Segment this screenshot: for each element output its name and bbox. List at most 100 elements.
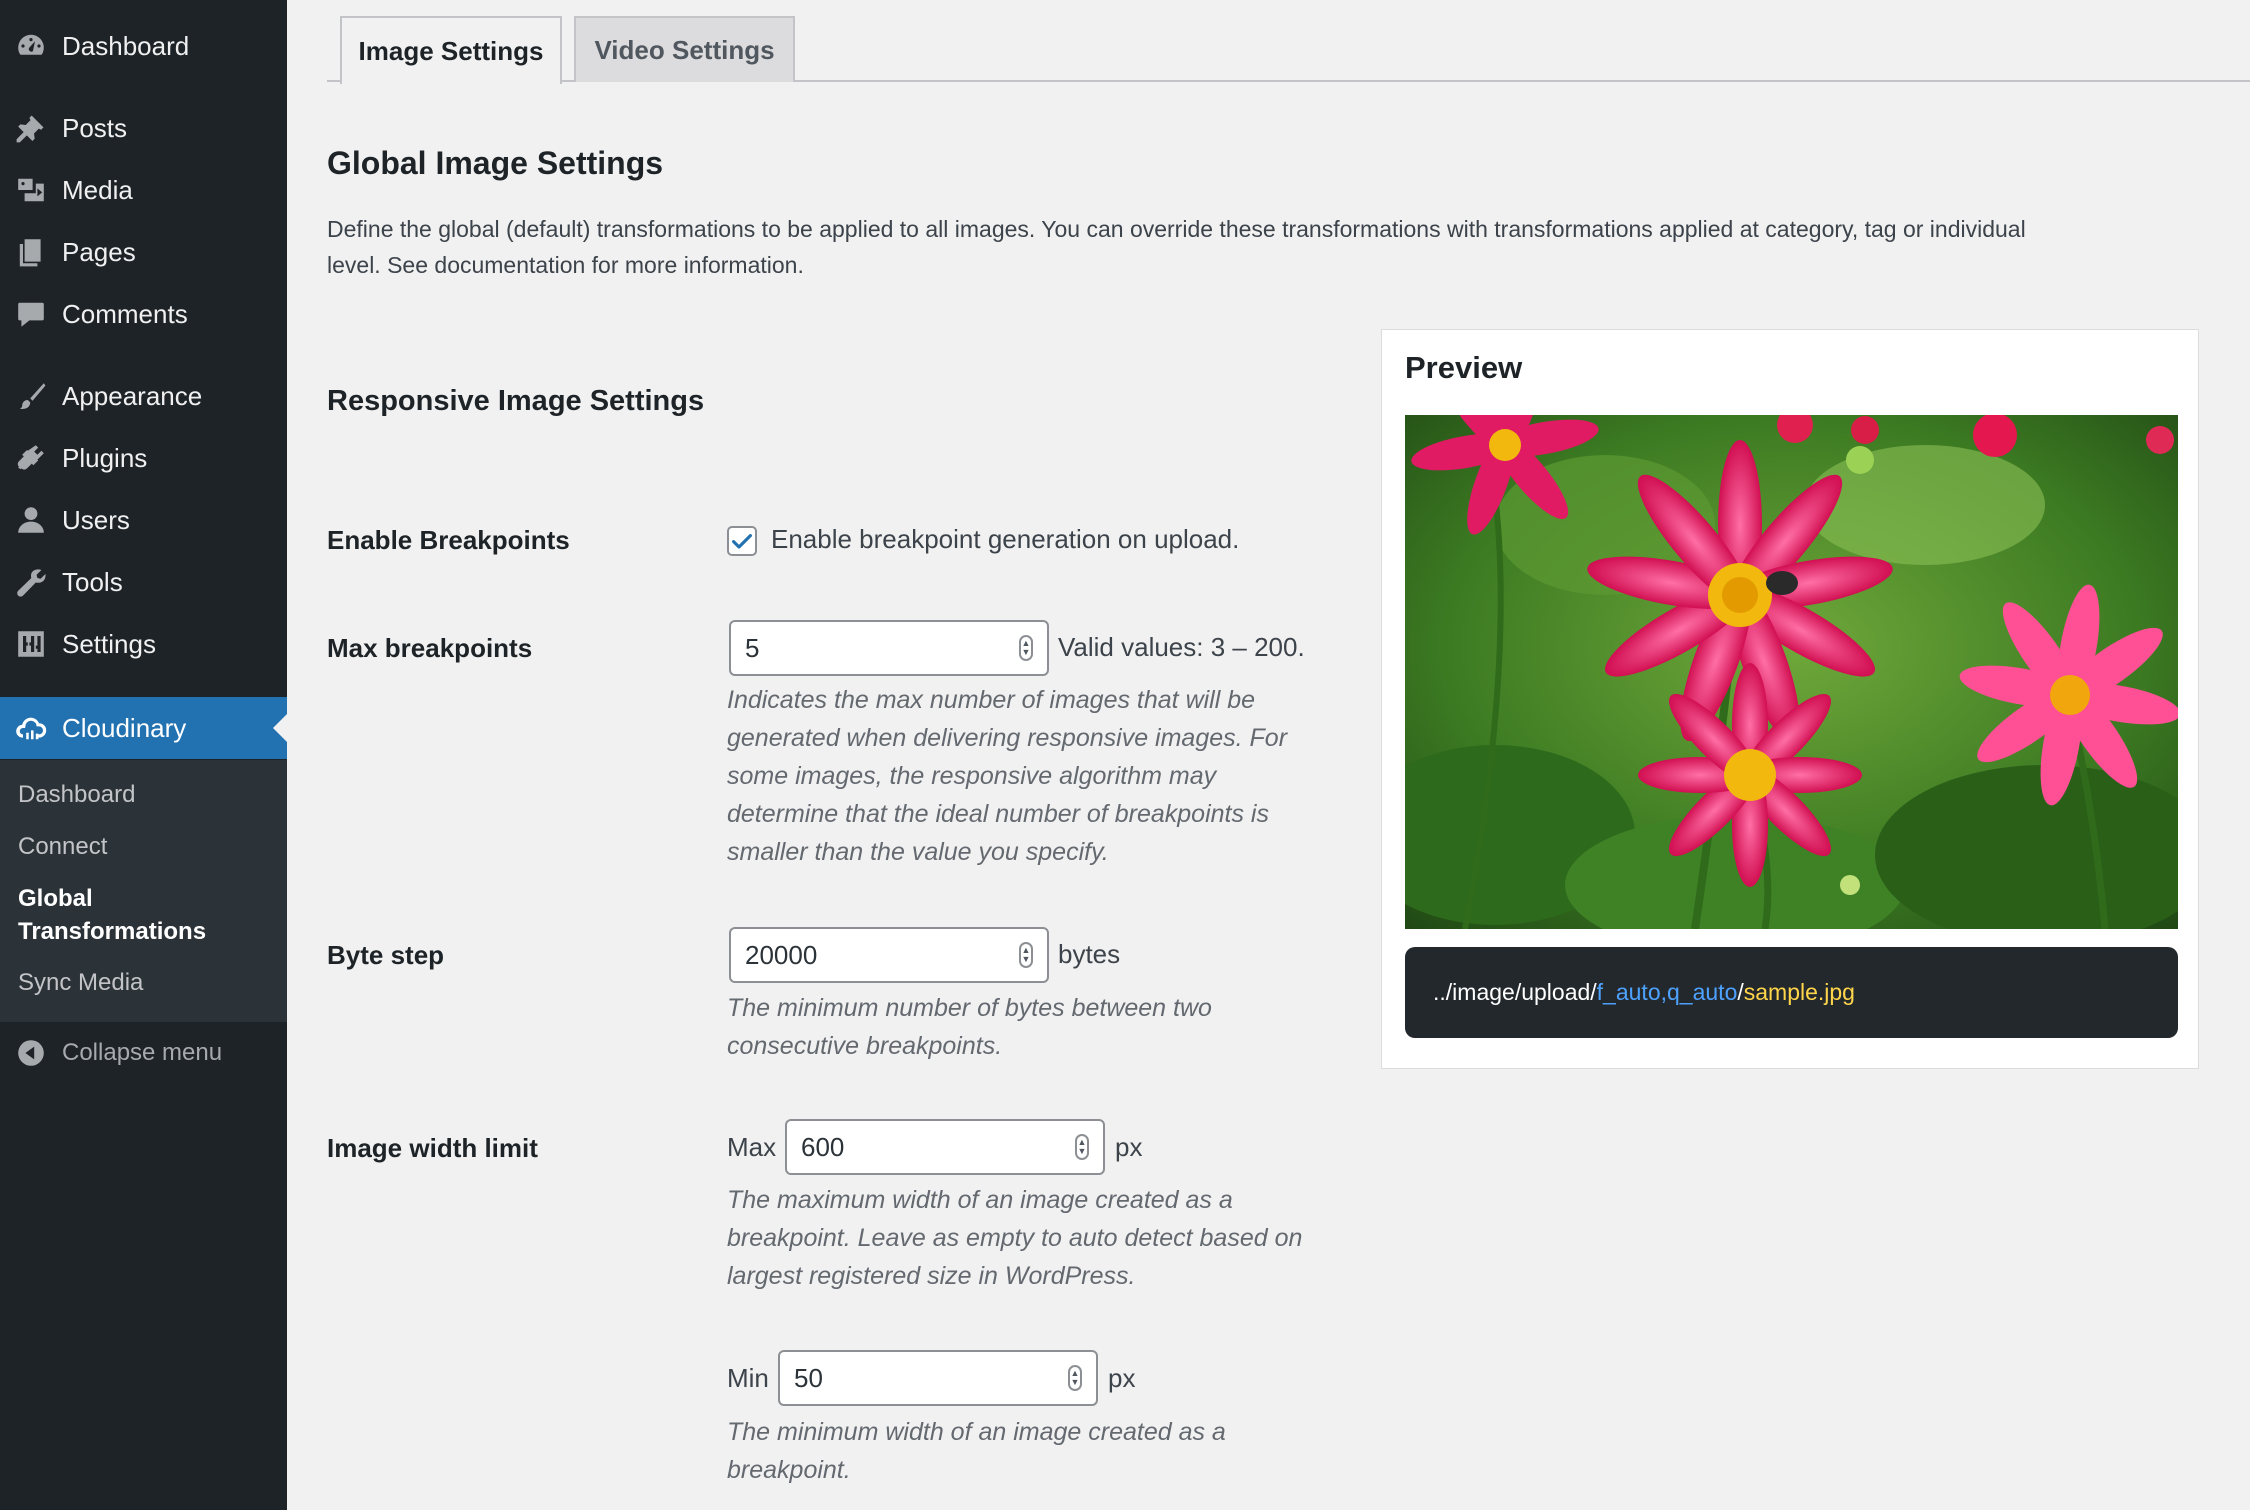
enable-breakpoints-label: Enable Breakpoints: [327, 525, 570, 555]
sidebar-item-label: Cloudinary: [62, 712, 187, 743]
help-line: smaller than the value you specify.: [727, 838, 1109, 866]
sidebar-item-users[interactable]: Users: [0, 489, 287, 551]
admin-sidebar: Dashboard Posts Media Pages Comments App…: [0, 0, 287, 1510]
flower-image: [1405, 415, 2178, 929]
preview-panel: Preview ../image/upload/ f_auto,q_auto /…: [1381, 329, 2199, 1069]
sidebar-item-appearance[interactable]: Appearance: [0, 365, 287, 427]
page-description-line: Define the global (default) transformati…: [327, 216, 2026, 242]
sidebar-item-label: Media: [62, 174, 133, 205]
submenu-item-sync-media[interactable]: Sync Media: [18, 966, 278, 999]
settings-tabs: Image Settings Video Settings: [327, 0, 2250, 84]
min-width-unit: px: [1108, 1363, 1136, 1393]
enable-breakpoints-checkbox[interactable]: [727, 526, 757, 556]
min-width-value: 50: [794, 1362, 823, 1393]
byte-step-unit: bytes: [1058, 939, 1121, 969]
submenu-label-line: Global: [18, 885, 93, 912]
submenu-label-line: Transformations: [18, 918, 207, 945]
help-line: The minimum number of bytes between two: [727, 994, 1212, 1022]
sidebar-item-cloudinary[interactable]: Cloudinary: [0, 697, 287, 759]
wrench-icon: [0, 551, 62, 613]
max-breakpoints-help: Indicates the max number of images that …: [727, 681, 1287, 871]
sidebar-item-label: Comments: [62, 298, 188, 329]
tab-video-settings[interactable]: Video Settings: [574, 16, 795, 82]
sidebar-item-tools[interactable]: Tools: [0, 551, 287, 613]
min-width-prefix: Min: [727, 1363, 769, 1393]
byte-step-value: 20000: [745, 939, 818, 970]
byte-step-help: The minimum number of bytes between two …: [727, 989, 1212, 1065]
max-breakpoints-hint: Valid values: 3 – 200.: [1058, 632, 1305, 662]
help-line: Indicates the max number of images that …: [727, 686, 1256, 714]
sidebar-item-pages[interactable]: Pages: [0, 221, 287, 283]
number-spinner-icon[interactable]: ▲ ▼: [1068, 1365, 1082, 1391]
min-width-input[interactable]: 50 ▲ ▼: [778, 1350, 1098, 1406]
sidebar-item-settings[interactable]: Settings: [0, 613, 287, 675]
collapse-label: Collapse menu: [62, 1039, 223, 1066]
byte-step-label: Byte step: [327, 940, 445, 970]
sidebar-item-media[interactable]: Media: [0, 159, 287, 221]
brush-icon: [0, 365, 62, 427]
page-title: Global Image Settings: [327, 145, 664, 181]
preview-title: Preview: [1405, 350, 1523, 385]
collapse-menu-button[interactable]: Collapse menu: [0, 1022, 287, 1084]
submenu-item-global-transformations[interactable]: Global Transformations: [18, 882, 278, 948]
max-breakpoints-value: 5: [745, 632, 760, 663]
active-menu-arrow: [273, 714, 287, 742]
min-width-help: The minimum width of an image created as…: [727, 1413, 1226, 1489]
sidebar-item-label: Tools: [62, 566, 123, 597]
sidebar-item-label: Dashboard: [62, 30, 190, 61]
pages-icon: [0, 221, 62, 283]
enable-breakpoints-text: Enable breakpoint generation on upload.: [771, 524, 1240, 554]
byte-step-input[interactable]: 20000 ▲ ▼: [729, 927, 1049, 983]
sidebar-item-label: Users: [62, 504, 130, 535]
sidebar-item-plugins[interactable]: Plugins: [0, 427, 287, 489]
sidebar-item-label: Appearance: [62, 380, 203, 411]
sidebar-item-comments[interactable]: Comments: [0, 283, 287, 345]
plug-icon: [0, 427, 62, 489]
help-line: generated when delivering responsive ima…: [727, 724, 1288, 752]
max-breakpoints-input[interactable]: 5 ▲ ▼: [729, 620, 1049, 676]
max-width-prefix: Max: [727, 1132, 777, 1162]
number-spinner-icon[interactable]: ▲ ▼: [1019, 635, 1033, 661]
help-line: The maximum width of an image created as…: [727, 1186, 1233, 1214]
tab-image-settings[interactable]: Image Settings: [340, 16, 562, 84]
checkmark-icon: [732, 534, 752, 549]
help-line: The minimum width of an image created as…: [727, 1418, 1226, 1446]
transformation-url: ../image/upload/f_auto,q_auto / sample.jpg: [1405, 947, 2178, 1038]
cloud-icon: [0, 697, 62, 759]
dashboard-icon: [0, 15, 62, 77]
image-width-limit-label: Image width limit: [327, 1133, 538, 1163]
max-width-value: 600: [801, 1131, 845, 1162]
help-line: consecutive breakpoints.: [727, 1032, 1003, 1060]
url-filename: sample.jpg: [1743, 979, 1855, 1005]
help-line: some images, the responsive algorithm ma…: [727, 762, 1217, 790]
collapse-arrow-icon: [0, 1022, 62, 1084]
page-description-line: level. See documentation for more inform…: [327, 252, 804, 278]
pin-icon: [0, 97, 62, 159]
number-spinner-icon[interactable]: ▲ ▼: [1019, 942, 1033, 968]
max-width-input[interactable]: 600 ▲ ▼: [785, 1119, 1105, 1175]
help-line: breakpoint.: [727, 1456, 851, 1484]
submenu-item-connect[interactable]: Connect: [18, 830, 278, 863]
sidebar-item-label: Posts: [62, 112, 128, 143]
submenu-item-dashboard[interactable]: Dashboard: [18, 778, 278, 811]
sidebar-item-posts[interactable]: Posts: [0, 97, 287, 159]
user-icon: [0, 489, 62, 551]
max-width-unit: px: [1115, 1132, 1143, 1162]
responsive-settings-heading: Responsive Image Settings: [327, 385, 705, 417]
max-width-help: The maximum width of an image created as…: [727, 1181, 1302, 1295]
sliders-icon: [0, 613, 62, 675]
number-spinner-icon[interactable]: ▲ ▼: [1075, 1134, 1089, 1160]
sidebar-item-label: Settings: [62, 628, 156, 659]
sidebar-item-dashboard[interactable]: Dashboard: [0, 15, 287, 77]
help-line: largest registered size in WordPress.: [727, 1262, 1136, 1290]
comment-icon: [0, 283, 62, 345]
sidebar-item-label: Pages: [62, 236, 136, 267]
preview-image: [1405, 415, 2178, 929]
max-breakpoints-label: Max breakpoints: [327, 633, 533, 663]
help-line: determine that the ideal number of break…: [727, 800, 1269, 828]
sidebar-item-label: Plugins: [62, 442, 148, 473]
media-icon: [0, 159, 62, 221]
url-transformation: f_auto,q_auto: [1596, 979, 1738, 1005]
cloudinary-submenu: Dashboard Connect Global Transformations…: [0, 760, 287, 1022]
url-base: ../image/upload/: [1433, 979, 1597, 1005]
